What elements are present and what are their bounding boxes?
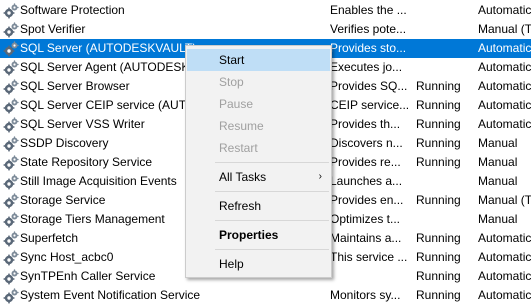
service-description: Provides re... [330,155,401,169]
service-status [416,20,476,39]
menu-item-stop-label: Stop [219,75,244,89]
service-startup-type: Manual [478,136,518,150]
menu-item-help[interactable]: Help [187,253,330,275]
menu-separator [215,249,329,250]
service-startup-type: Manual [478,174,518,188]
menu-item-help-label: Help [219,257,244,271]
service-status [416,210,476,229]
service-status: Running [416,136,461,150]
gear-icon [3,212,19,228]
service-description: Executes jo... [330,60,403,74]
service-status [416,172,476,191]
menu-separator [215,162,329,163]
service-startup-type: Manual (T [478,193,531,207]
service-description: CEIP service... [330,98,410,112]
service-status: Running [416,79,461,93]
service-startup-type: Automatic [478,98,531,112]
service-startup-type: Automatic [478,3,531,17]
gear-icon [3,117,19,133]
service-row[interactable]: Software Protection Enables the ... Automa… [0,1,531,20]
service-description: Launches a... [330,174,403,188]
menu-item-properties-label: Properties [219,228,279,242]
service-description: Verifies pote... [330,22,407,36]
gear-icon [3,79,19,95]
service-startup-type: Automatic [478,288,531,302]
service-status: Running [416,155,461,169]
service-status: Running [416,231,461,245]
gear-icon [3,60,19,76]
gear-icon [3,41,19,57]
service-status: Running [416,269,461,283]
menu-item-stop[interactable]: Stop [187,71,330,93]
service-status [416,1,476,20]
service-startup-type: Automatic [478,60,531,74]
service-status: Running [416,117,461,131]
menu-item-start[interactable]: Start [187,49,330,71]
service-status [416,58,476,77]
menu-separator [215,191,329,192]
menu-item-all-tasks-label: All Tasks [219,170,267,184]
service-startup-type: Automatic [478,231,531,245]
gear-icon [3,269,19,285]
gear-icon [3,250,19,266]
menu-item-restart-label: Restart [219,141,258,155]
service-status: Running [416,250,461,264]
service-description: Provides SQ... [330,79,408,93]
service-startup-type: Manual [478,155,518,169]
service-description [330,267,411,286]
gear-icon [3,155,19,171]
gear-icon [3,3,19,19]
service-startup-type: Manual (T [478,22,531,36]
gear-icon [3,174,19,190]
service-description: This service ... [330,250,408,264]
menu-item-refresh-label: Refresh [219,199,262,213]
gear-icon [3,231,19,247]
service-status: Running [416,193,461,207]
gear-icon [3,22,19,38]
menu-item-pause-label: Pause [219,97,254,111]
service-status: Running [416,98,461,112]
service-description: Discovers n... [330,136,403,150]
menu-item-start-label: Start [219,53,245,67]
service-description: Maintains a... [330,231,402,245]
chevron-right-icon: › [318,171,322,182]
menu-item-resume-label: Resume [219,119,264,133]
service-startup-type: Automatic [478,79,531,93]
service-description: Provides en... [330,193,404,207]
gear-icon [3,98,19,114]
service-name: System Event Notification Service [20,288,201,302]
service-description: Provides th... [330,117,401,131]
service-startup-type: Manual [478,212,518,226]
menu-item-resume[interactable]: Resume [187,115,330,137]
menu-item-restart[interactable]: Restart [187,137,330,159]
service-name: Software Protection [20,3,125,17]
gear-icon [3,136,19,152]
service-description: Optimizes t... [330,212,401,226]
menu-separator [215,220,329,221]
service-description: Monitors sy... [330,288,401,302]
menu-item-properties[interactable]: Properties [187,224,330,246]
service-row[interactable]: Spot Verifier Verifies pote... Manual (T [0,20,531,39]
service-status [416,39,476,58]
menu-item-refresh[interactable]: Refresh [187,195,330,217]
menu-item-all-tasks[interactable]: All Tasks › [187,166,330,188]
service-startup-type: Automatic [478,250,531,264]
service-description: Provides sto... [330,41,407,55]
service-startup-type: Automatic [478,41,531,55]
context-menu: Start Stop Pause Resume Restart All Task… [185,45,332,278]
service-description: Enables the ... [330,3,407,17]
gear-icon [3,288,19,304]
service-name: Spot Verifier [20,22,86,36]
service-status: Running [416,288,461,302]
service-startup-type: Automatic [478,117,531,131]
service-startup-type: Automatic [478,269,531,283]
gear-icon [3,193,19,209]
menu-item-pause[interactable]: Pause [187,93,330,115]
service-row[interactable]: System Event Notification Service Monitor… [0,286,531,305]
